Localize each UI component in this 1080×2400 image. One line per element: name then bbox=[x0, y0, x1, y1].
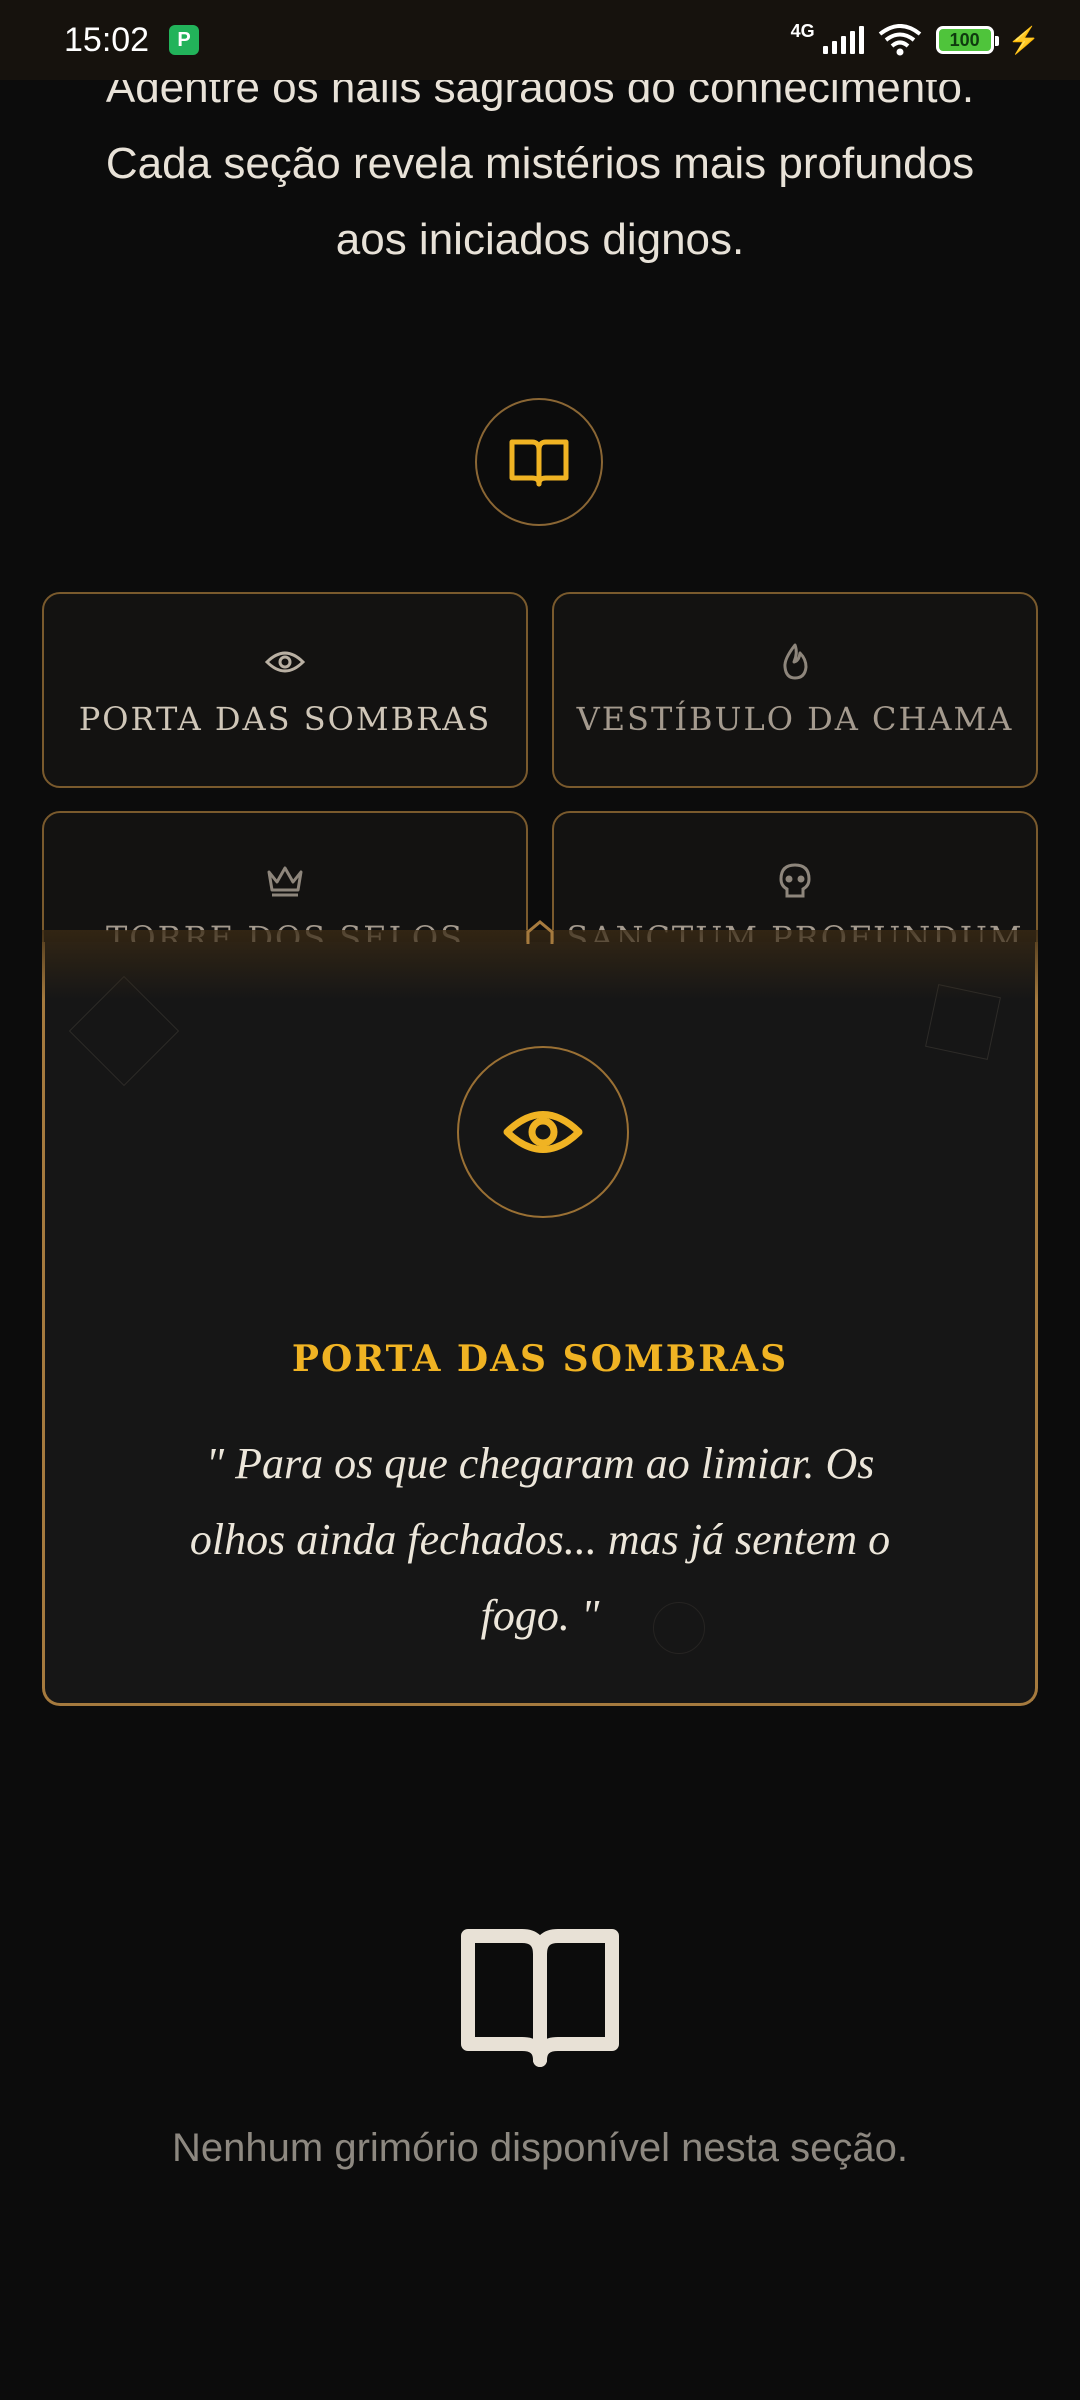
app-notification-icon: P bbox=[169, 25, 200, 55]
intro-line: aos iniciados dignos. bbox=[335, 215, 745, 264]
decorative-square bbox=[925, 984, 1001, 1060]
intro-line: Cada seção revela mistérios mais profund… bbox=[105, 139, 975, 188]
intro-text: Adentre os halls sagrados do conheciment… bbox=[60, 50, 1020, 278]
charging-icon: ⚡ bbox=[1007, 24, 1040, 55]
empty-state-message: Nenhum grimório disponível nesta seção. bbox=[172, 2126, 908, 2170]
tab-label: VESTÍBULO DA CHAMA bbox=[576, 700, 1014, 738]
decorative-circle bbox=[653, 1602, 705, 1654]
open-book-icon bbox=[461, 1929, 619, 2067]
eye-icon bbox=[457, 1046, 629, 1218]
detail-quote: " Para os que chegaram ao limiar. Os olh… bbox=[189, 1439, 891, 1640]
tab-vestibulo-da-chama[interactable]: VESTÍBULO DA CHAMA bbox=[552, 592, 1038, 788]
signal-icon bbox=[822, 26, 864, 54]
decorative-diamond bbox=[68, 975, 180, 1087]
network-type: 4G bbox=[790, 20, 815, 41]
detail-title: PORTA DAS SOMBRAS bbox=[291, 1338, 789, 1380]
wifi-icon bbox=[878, 24, 921, 56]
status-bar: 15:02 P 4G 100 ⚡ bbox=[0, 0, 1080, 80]
skull-icon bbox=[775, 861, 815, 901]
crown-icon bbox=[265, 861, 305, 901]
tab-porta-das-sombras[interactable]: PORTA DAS SOMBRAS bbox=[42, 592, 528, 788]
battery-icon: 100 bbox=[935, 26, 999, 54]
tab-label: PORTA DAS SOMBRAS bbox=[78, 700, 492, 738]
chevron-up-icon bbox=[526, 920, 554, 944]
status-time: 15:02 bbox=[64, 20, 150, 59]
flame-icon bbox=[775, 642, 815, 682]
battery-level: 100 bbox=[949, 29, 980, 50]
book-icon bbox=[475, 398, 603, 526]
eye-icon bbox=[265, 642, 305, 682]
section-detail-card: PORTA DAS SOMBRAS " Para os que chegaram… bbox=[42, 942, 1038, 1706]
